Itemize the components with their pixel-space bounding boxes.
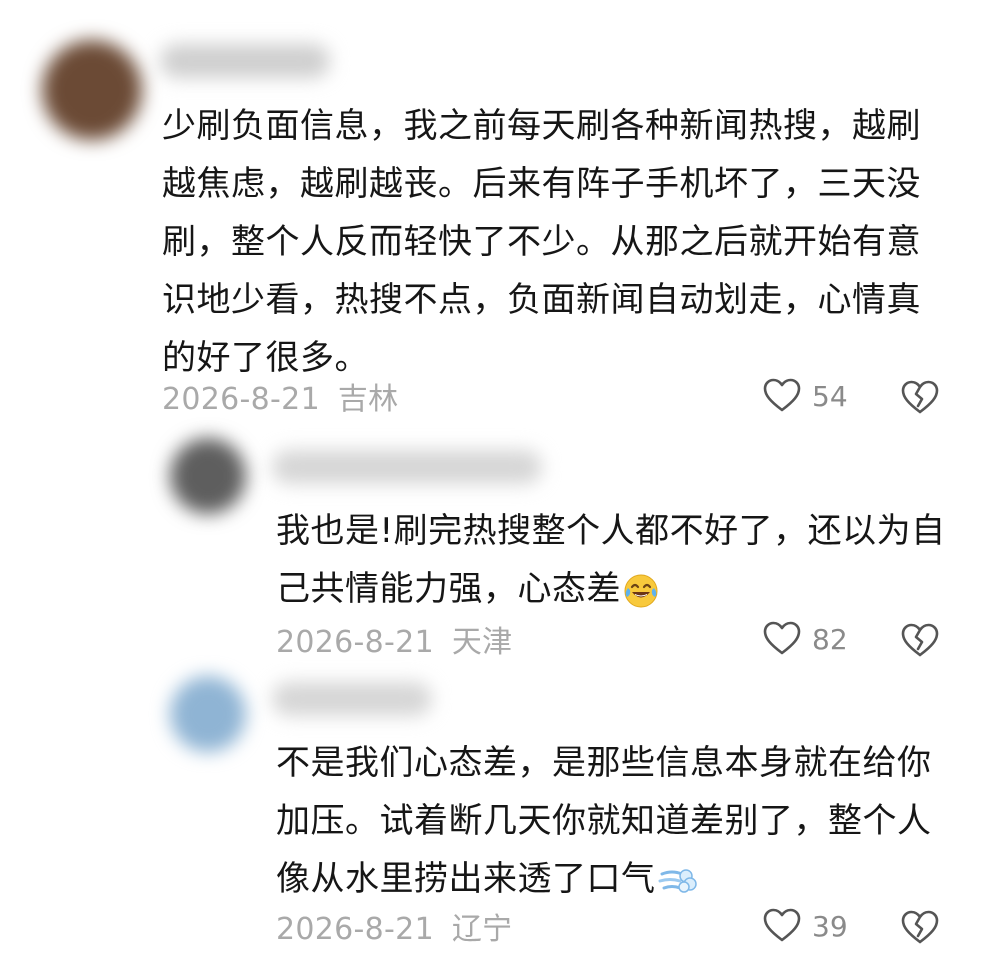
heart-outline-icon[interactable] — [762, 619, 802, 659]
avatar[interactable] — [42, 40, 142, 140]
comment-meta: 2026-8-21 吉林 — [162, 374, 398, 418]
avatar[interactable] — [170, 676, 246, 752]
comment-location: 辽宁 — [451, 912, 513, 947]
broken-heart-icon[interactable] — [900, 378, 940, 418]
comment-text: 不是我们心态差，是那些信息本身就在给你 加压。试着断几天你就知道差别了，整个人 … — [276, 743, 932, 899]
like-count: 39 — [812, 909, 848, 943]
heart-outline-icon[interactable] — [762, 376, 802, 416]
like-count: 54 — [812, 379, 848, 413]
comment-text: 我也是!刷完热搜整个人都不好了，还以为自 己共情能力强，心态差 — [276, 511, 946, 609]
broken-heart-icon[interactable] — [900, 621, 940, 661]
heart-outline-icon[interactable] — [762, 906, 802, 946]
comment-location: 吉林 — [337, 382, 399, 417]
comment-meta: 2026-8-21 天津 — [276, 617, 512, 661]
username-blurred[interactable] — [272, 682, 432, 716]
comment-date: 2026-8-21 — [276, 625, 434, 660]
avatar[interactable] — [170, 438, 246, 514]
username-blurred[interactable] — [272, 450, 542, 484]
comment-text: 少刷负面信息，我之前每天刷各种新闻热搜，越刷 越焦虑，越刷越丧。后来有阵子手机坏… — [162, 106, 921, 378]
dashing-away-icon — [658, 864, 698, 898]
comment-date: 2026-8-21 — [276, 912, 434, 947]
username-blurred[interactable] — [160, 44, 330, 78]
face-with-tears-of-joy-icon — [623, 573, 659, 609]
like-button[interactable]: 82 — [762, 619, 848, 659]
like-button[interactable]: 54 — [762, 376, 848, 416]
comment-location: 天津 — [451, 625, 513, 660]
comment-date: 2026-8-21 — [162, 382, 320, 417]
broken-heart-icon[interactable] — [900, 908, 940, 948]
like-button[interactable]: 39 — [762, 906, 848, 946]
comment-meta: 2026-8-21 辽宁 — [276, 904, 512, 948]
like-count: 82 — [812, 622, 848, 656]
